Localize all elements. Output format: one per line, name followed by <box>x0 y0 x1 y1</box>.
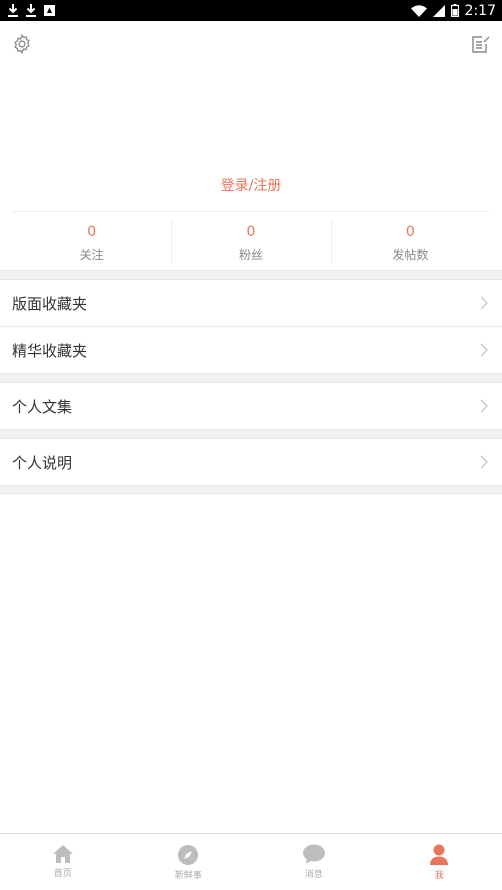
chevron-right-icon <box>480 343 488 357</box>
status-time: 2:17 <box>464 2 496 19</box>
edit-icon[interactable] <box>471 34 491 54</box>
section-separator <box>0 429 502 439</box>
gear-icon[interactable] <box>11 33 33 55</box>
menu-item-personal-collection[interactable]: 个人文集 <box>0 383 502 429</box>
tab-me-label: 我 <box>434 871 444 881</box>
user-icon <box>430 844 449 865</box>
stats-row: 0 关注 0 粉丝 0 发帖数 <box>12 218 490 266</box>
menu-item-board-favorites[interactable]: 版面收藏夹 <box>0 280 502 326</box>
stat-following[interactable]: 0 关注 <box>12 218 171 266</box>
home-icon <box>52 845 73 863</box>
section-separator <box>0 270 502 280</box>
download-icon <box>26 4 36 17</box>
menu-item-digest-favorites[interactable]: 精华收藏夹 <box>0 327 502 373</box>
status-bar: 2:17 <box>0 0 502 21</box>
stat-following-value: 0 <box>87 224 97 240</box>
login-register-link[interactable]: 登录/注册 <box>0 175 502 195</box>
stat-followers[interactable]: 0 粉丝 <box>171 218 330 266</box>
status-left <box>8 4 55 17</box>
tab-discover[interactable]: 新鲜事 <box>126 834 252 890</box>
menu-item-personal-description[interactable]: 个人说明 <box>0 439 502 485</box>
tab-me[interactable]: 我 <box>377 834 502 890</box>
divider <box>12 211 490 212</box>
section-separator <box>0 373 502 383</box>
menu-item-label: 精华收藏夹 <box>12 341 88 360</box>
tab-discover-label: 新鲜事 <box>174 871 202 881</box>
app-notification-icon <box>44 5 55 16</box>
menu-item-label: 个人文集 <box>12 397 73 416</box>
chevron-right-icon <box>480 455 488 469</box>
stat-posts-value: 0 <box>405 224 415 240</box>
tab-messages[interactable]: 消息 <box>251 834 377 890</box>
message-icon <box>302 844 325 864</box>
status-right: 2:17 <box>410 2 496 19</box>
battery-icon <box>450 4 459 17</box>
tab-home[interactable]: 首页 <box>0 834 126 890</box>
top-bar <box>0 21 502 67</box>
section-separator <box>0 485 502 494</box>
menu-item-label: 个人说明 <box>12 453 73 472</box>
download-icon <box>8 4 18 17</box>
signal-icon <box>432 4 445 17</box>
wifi-icon <box>410 4 427 17</box>
menu-item-label: 版面收藏夹 <box>12 294 88 313</box>
stat-posts[interactable]: 0 发帖数 <box>330 218 490 266</box>
stat-followers-value: 0 <box>246 224 256 240</box>
bottom-tab-bar: 首页 新鲜事 消息 我 <box>0 833 502 890</box>
stat-posts-label: 发帖数 <box>392 248 429 262</box>
tab-home-label: 首页 <box>53 869 72 879</box>
tab-messages-label: 消息 <box>304 870 323 880</box>
stat-followers-label: 粉丝 <box>238 248 263 262</box>
chevron-right-icon <box>480 399 488 413</box>
compass-icon <box>178 845 199 865</box>
stat-following-label: 关注 <box>79 248 104 262</box>
chevron-right-icon <box>480 296 488 310</box>
